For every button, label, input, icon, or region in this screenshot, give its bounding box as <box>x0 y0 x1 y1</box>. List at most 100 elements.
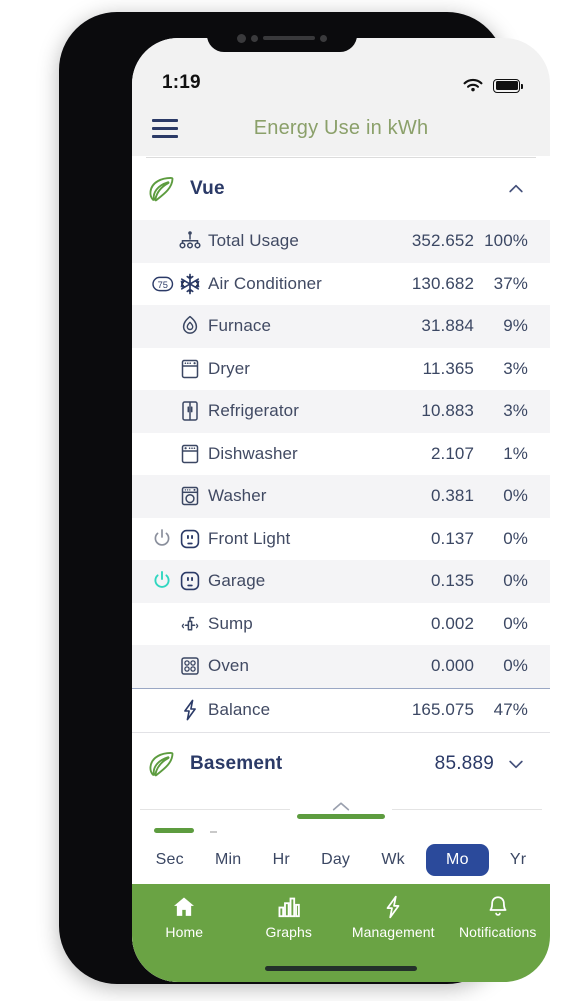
refrigerator-icon <box>182 401 198 421</box>
power-icon[interactable] <box>150 569 174 593</box>
table-row[interactable]: Dryer 11.365 3% <box>132 347 550 390</box>
balance-value: 165.075 <box>411 700 474 719</box>
device-label: Front Light <box>208 528 291 548</box>
snowflake-icon <box>180 273 200 295</box>
status-icons <box>462 77 523 94</box>
device-value: 0.002 <box>430 613 474 633</box>
device-value: 2.107 <box>430 443 474 463</box>
leaf-icon <box>149 751 174 776</box>
row-icon-group <box>142 484 208 508</box>
group-header-basement[interactable]: Basement 85.889 <box>132 732 550 795</box>
power-icon[interactable] <box>150 527 174 551</box>
time-scale-selector[interactable]: Sec Min Hr Day Wk Mo Yr <box>132 836 550 884</box>
bolt-icon <box>184 699 196 721</box>
table-row[interactable]: Washer 0.381 0% <box>132 475 550 518</box>
row-icon-group <box>142 527 208 551</box>
row-icon-group <box>142 399 208 423</box>
device-percent: 1% <box>503 443 528 463</box>
navigation-bar: Energy Use in kWh <box>132 100 550 156</box>
device-percent: 0% <box>503 486 528 506</box>
screenshot-root: 1:19 Energy Use in kWh Vue Total Usage 3… <box>0 0 563 1001</box>
group-value: 85.889 <box>434 752 494 774</box>
time-scale-wk[interactable]: Wk <box>371 844 415 876</box>
group-header-vue[interactable]: Vue <box>132 158 550 220</box>
tab-graphs[interactable]: Graphs <box>241 894 337 940</box>
table-row[interactable]: 75 Air Conditioner 130.682 37% <box>132 262 550 305</box>
table-row[interactable]: Dishwasher 2.107 1% <box>132 432 550 475</box>
device-value: 0.135 <box>430 571 474 591</box>
table-row[interactable]: Front Light 0.137 0% <box>132 517 550 560</box>
device-value: 31.884 <box>421 316 474 336</box>
battery-full-icon <box>493 78 523 93</box>
home-icon <box>174 897 195 916</box>
device-value: 10.883 <box>421 401 474 421</box>
group-header-right <box>494 179 526 199</box>
time-scale-hr[interactable]: Hr <box>263 844 300 876</box>
stovetop-icon <box>181 657 199 675</box>
device-percent: 0% <box>503 656 528 676</box>
row-icon-group <box>142 314 208 338</box>
tab-label: Notifications <box>458 924 537 940</box>
bottom-sheet[interactable]: Sec Min Hr Day Wk Mo Yr <box>132 802 550 884</box>
device-label: Refrigerator <box>208 401 299 421</box>
chevron-up-icon[interactable] <box>506 179 526 199</box>
svg-text:75: 75 <box>158 280 168 290</box>
row-icon-group <box>142 654 208 678</box>
row-icon-group <box>142 698 208 722</box>
device-value: 0.000 <box>430 656 474 676</box>
row-icon-group <box>142 229 208 253</box>
drag-handle[interactable] <box>297 814 385 819</box>
device-value: 0.137 <box>430 528 474 548</box>
phone-notch <box>207 24 357 52</box>
tab-management[interactable]: Management <box>345 894 441 940</box>
balance-label: Balance <box>208 700 271 719</box>
time-scale-yr[interactable]: Yr <box>500 844 536 876</box>
tab-label: Home <box>165 924 204 940</box>
row-icon-group <box>142 357 208 381</box>
home-indicator[interactable] <box>265 966 417 971</box>
row-icon-group: 75 <box>142 272 208 296</box>
time-scale-day[interactable]: Day <box>311 844 360 876</box>
sheet-divider-left <box>140 809 290 810</box>
table-row[interactable]: Garage 0.135 0% <box>132 560 550 603</box>
camera-sensor-icon <box>251 34 258 42</box>
group-header-right: 85.889 <box>435 753 526 775</box>
header-divider <box>146 157 536 158</box>
outlet-icon <box>180 529 200 548</box>
sheet-divider-right <box>392 809 542 810</box>
leaf-icon <box>149 177 174 202</box>
row-icon-group <box>142 612 208 636</box>
page-title: Energy Use in kWh <box>253 116 429 139</box>
table-row[interactable]: Refrigerator 10.883 3% <box>132 390 550 433</box>
chevron-up-icon[interactable] <box>330 799 352 813</box>
table-row[interactable]: Oven 0.000 0% <box>132 645 550 688</box>
device-label: Oven <box>208 656 250 676</box>
camera-lens-icon <box>237 33 246 43</box>
table-row[interactable]: Sump 0.002 0% <box>132 602 550 645</box>
table-row[interactable]: Total Usage 352.652 100% <box>132 220 550 263</box>
washer-icon <box>181 487 199 506</box>
device-value: 0.381 <box>430 486 474 506</box>
balance-row[interactable]: Balance 165.075 47% <box>132 687 550 733</box>
device-label: Washer <box>208 486 267 506</box>
phone-frame: 1:19 Energy Use in kWh Vue Total Usage 3… <box>59 12 550 984</box>
front-camera-icon <box>320 34 327 42</box>
table-row[interactable]: Furnace 31.884 9% <box>132 305 550 348</box>
chevron-down-icon[interactable] <box>506 754 526 774</box>
device-percent: 0% <box>503 528 528 548</box>
hamburger-menu-icon[interactable] <box>152 118 178 138</box>
row-icon-group <box>142 569 208 593</box>
time-scale-min[interactable]: Min <box>205 844 251 876</box>
outlet-icon <box>180 572 200 591</box>
flame-icon <box>182 316 198 335</box>
time-scale-sec[interactable]: Sec <box>146 844 194 876</box>
tab-notifications[interactable]: Notifications <box>450 894 546 940</box>
tab-label: Graphs <box>265 924 312 940</box>
time-scale-mo[interactable]: Mo <box>426 844 489 876</box>
tab-home[interactable]: Home <box>136 894 232 940</box>
dryer-icon <box>181 359 199 378</box>
bottom-tab-bar: Home Graphs Management Notifications <box>132 884 550 982</box>
device-label: Furnace <box>208 316 272 336</box>
sump-pump-icon <box>181 616 199 631</box>
device-label: Air Conditioner <box>208 273 322 293</box>
